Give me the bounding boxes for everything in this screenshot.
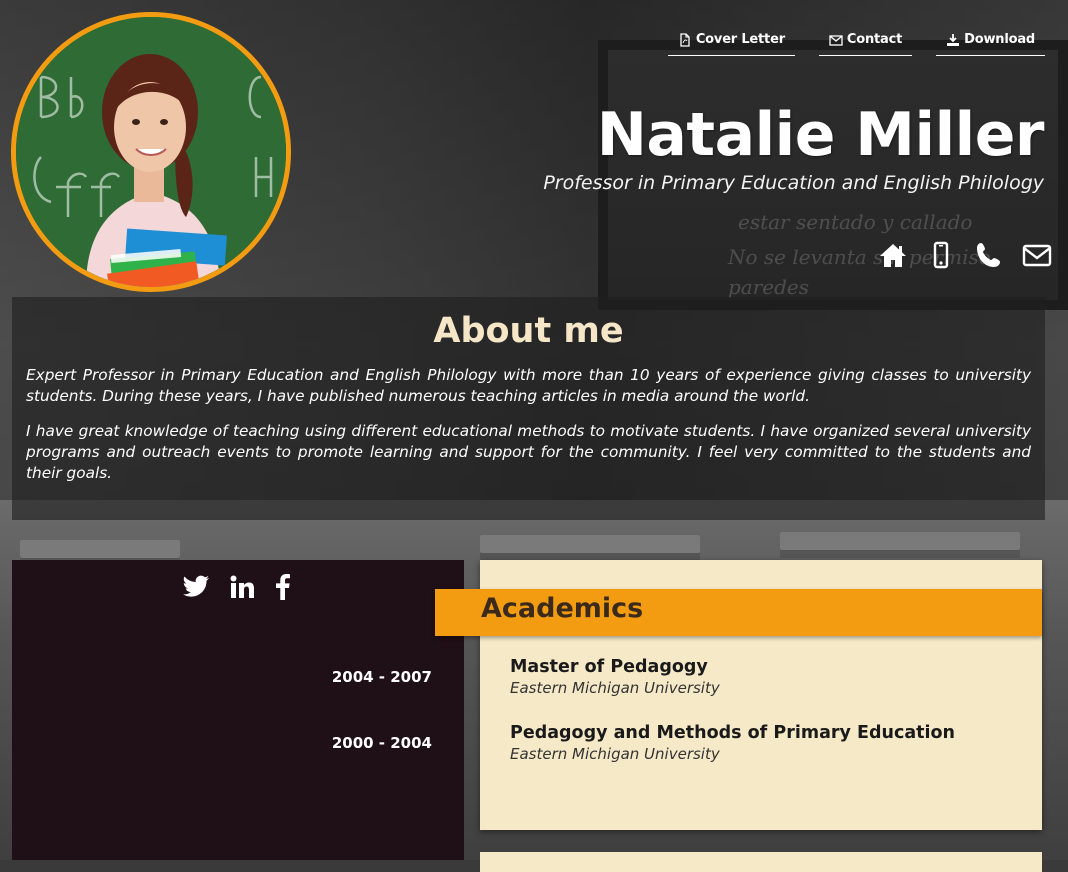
academic-entry: Pedagogy and Methods of Primary Educatio… bbox=[510, 723, 955, 763]
academic-entry: Master of Pedagogy Eastern Michigan Univ… bbox=[510, 657, 720, 697]
linkedin-icon[interactable] bbox=[230, 574, 256, 602]
mobile-icon[interactable] bbox=[926, 240, 956, 270]
cover-letter-label: Cover Letter bbox=[695, 32, 785, 47]
profile-name: Natalie Miller bbox=[596, 100, 1045, 170]
academic-years: 2004 - 2007 bbox=[331, 668, 432, 686]
profile-photo bbox=[11, 12, 291, 292]
download-icon bbox=[947, 33, 960, 46]
desk bbox=[20, 540, 180, 558]
envelope-icon[interactable] bbox=[1022, 240, 1052, 270]
envelope-outline-icon bbox=[829, 34, 843, 46]
next-section-card bbox=[480, 852, 1042, 872]
desk bbox=[480, 535, 700, 553]
about-section: About me Expert Professor in Primary Edu… bbox=[12, 297, 1045, 520]
download-link[interactable]: Download bbox=[936, 30, 1045, 56]
facebook-icon[interactable] bbox=[276, 574, 290, 602]
download-label: Download bbox=[964, 32, 1035, 47]
phone-icon[interactable] bbox=[974, 240, 1004, 270]
about-paragraph: I have great knowledge of teaching using… bbox=[26, 422, 1031, 482]
cover-letter-link[interactable]: Cover Letter bbox=[667, 30, 795, 56]
pdf-file-icon bbox=[680, 32, 690, 47]
top-nav: Cover Letter Contact Download bbox=[667, 30, 1045, 56]
school-name: Eastern Michigan University bbox=[510, 745, 720, 763]
desk bbox=[780, 532, 1020, 550]
contact-label: Contact bbox=[846, 32, 903, 47]
side-panel: 2004 - 2007 2000 - 2004 bbox=[12, 560, 464, 860]
contact-link[interactable]: Contact bbox=[818, 30, 913, 56]
about-heading: About me bbox=[433, 311, 624, 351]
profile-title: Professor in Primary Education and Engli… bbox=[543, 172, 1044, 194]
social-links bbox=[182, 574, 290, 602]
academics-heading: Academics bbox=[481, 593, 644, 624]
about-paragraph: Expert Professor in Primary Education an… bbox=[26, 366, 1031, 405]
home-icon[interactable] bbox=[878, 240, 908, 270]
twitter-icon[interactable] bbox=[182, 574, 210, 602]
degree-name: Pedagogy and Methods of Primary Educatio… bbox=[510, 723, 955, 743]
contact-icons bbox=[878, 240, 1052, 270]
school-name: Eastern Michigan University bbox=[510, 679, 720, 697]
academic-years: 2000 - 2004 bbox=[331, 734, 432, 752]
degree-name: Master of Pedagogy bbox=[510, 657, 708, 677]
